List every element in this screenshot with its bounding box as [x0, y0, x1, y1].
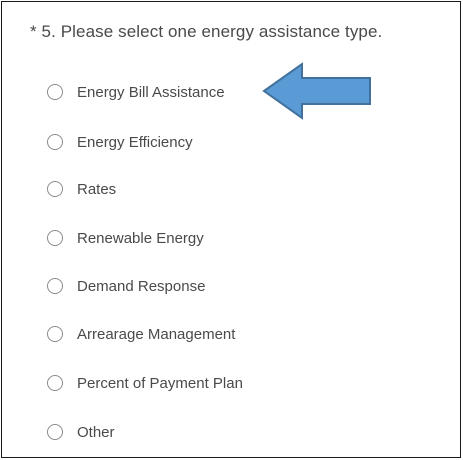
option-renewable-energy[interactable]: Renewable Energy [47, 226, 204, 250]
radio-unselected-icon[interactable] [47, 181, 63, 197]
option-energy-bill-assistance[interactable]: Energy Bill Assistance [47, 80, 225, 104]
option-label: Arrearage Management [77, 325, 236, 343]
option-arrearage-management[interactable]: Arrearage Management [47, 322, 235, 346]
option-label: Renewable Energy [77, 229, 204, 247]
radio-unselected-icon[interactable] [47, 84, 63, 100]
option-rates[interactable]: Rates [47, 177, 116, 201]
left-arrow-icon [262, 62, 371, 120]
option-label: Other [77, 423, 115, 441]
option-label: Rates [77, 180, 117, 198]
option-label: Energy Bill Assistance [77, 83, 225, 101]
radio-unselected-icon[interactable] [47, 326, 63, 342]
option-energy-efficiency[interactable]: Energy Efficiency [47, 130, 193, 154]
radio-unselected-icon[interactable] [47, 424, 63, 440]
radio-unselected-icon[interactable] [47, 230, 63, 246]
option-other[interactable]: Other [47, 420, 115, 444]
option-label: Energy Efficiency [77, 133, 193, 151]
radio-unselected-icon[interactable] [47, 375, 63, 391]
radio-unselected-icon[interactable] [47, 134, 63, 150]
option-demand-response[interactable]: Demand Response [47, 274, 205, 298]
question-title: * 5. Please select one energy assistance… [30, 22, 383, 41]
radio-unselected-icon[interactable] [47, 278, 63, 294]
option-label: Percent of Payment Plan [77, 374, 243, 392]
survey-question-panel: * 5. Please select one energy assistance… [1, 1, 461, 458]
option-percent-of-payment-plan[interactable]: Percent of Payment Plan [47, 371, 243, 395]
option-label: Demand Response [77, 277, 206, 295]
